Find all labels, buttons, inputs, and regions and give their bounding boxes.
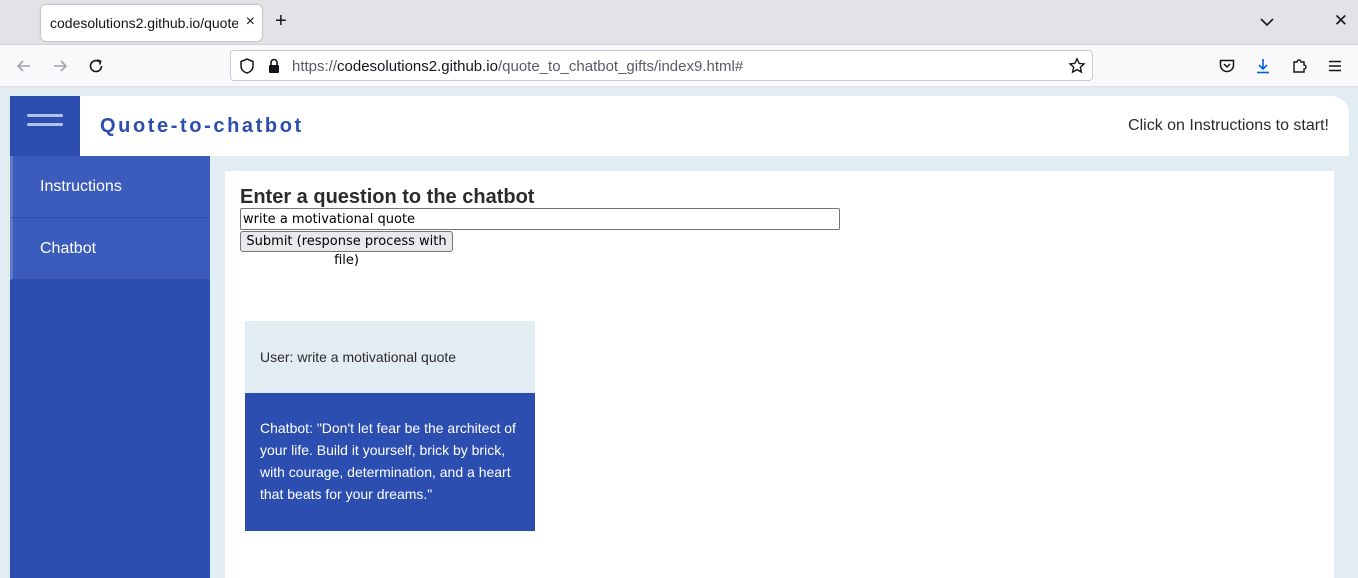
extensions-icon[interactable]: [1288, 55, 1310, 77]
question-input[interactable]: [240, 208, 840, 230]
back-arrow-icon[interactable]: [13, 55, 35, 77]
pocket-icon[interactable]: [1216, 55, 1238, 77]
shield-icon[interactable]: [236, 55, 258, 77]
url-text: https://codesolutions2.github.io/quote_t…: [292, 58, 743, 75]
chatbot-message: Chatbot: "Don't let fear be the architec…: [245, 393, 535, 531]
user-message: User: write a motivational quote: [245, 321, 535, 393]
menu-toggle-button[interactable]: [10, 96, 80, 156]
download-icon[interactable]: [1252, 55, 1274, 77]
site-title: Quote-to-chatbot: [100, 115, 304, 137]
url-path: /quote_to_chatbot_gifts/index9.html#: [497, 58, 744, 75]
header-hint: Click on Instructions to start!: [1128, 117, 1329, 134]
lock-icon[interactable]: [263, 55, 285, 77]
submit-button[interactable]: Submit (response process with file): [240, 231, 453, 268]
tab-close-icon[interactable]: ×: [246, 13, 255, 31]
sidebar: Instructions Chatbot: [10, 156, 210, 578]
new-tab-icon[interactable]: +: [275, 11, 287, 31]
star-icon[interactable]: [1066, 55, 1088, 77]
app-menu-icon[interactable]: [1324, 55, 1346, 77]
chatbot-panel: Enter a question to the chatbot Submit (…: [225, 171, 1334, 578]
hamburger-icon: [27, 114, 63, 132]
browser-tab[interactable]: codesolutions2.github.io/quote_to_chatbo…: [41, 5, 262, 41]
url-scheme: https://: [292, 58, 338, 75]
tabs-dropdown-icon[interactable]: [1258, 12, 1276, 32]
url-host: codesolutions2.github.io: [337, 58, 498, 75]
tab-title: codesolutions2.github.io/quote_to_chatbo…: [50, 15, 238, 31]
reload-icon[interactable]: [85, 55, 107, 77]
question-heading: Enter a question to the chatbot: [240, 186, 535, 208]
sidebar-item-chatbot[interactable]: Chatbot: [10, 218, 210, 280]
window-close-icon[interactable]: ✕: [1334, 11, 1348, 31]
page: Quote-to-chatbot Click on Instructions t…: [0, 87, 1358, 578]
url-bar[interactable]: https://codesolutions2.github.io/quote_t…: [230, 50, 1093, 81]
forward-arrow-icon[interactable]: [49, 55, 71, 77]
browser-nav-bar: https://codesolutions2.github.io/quote_t…: [0, 45, 1358, 87]
site-header: Quote-to-chatbot Click on Instructions t…: [10, 96, 1349, 156]
sidebar-item-instructions[interactable]: Instructions: [10, 156, 210, 218]
browser-tab-bar: codesolutions2.github.io/quote_to_chatbo…: [0, 0, 1358, 45]
